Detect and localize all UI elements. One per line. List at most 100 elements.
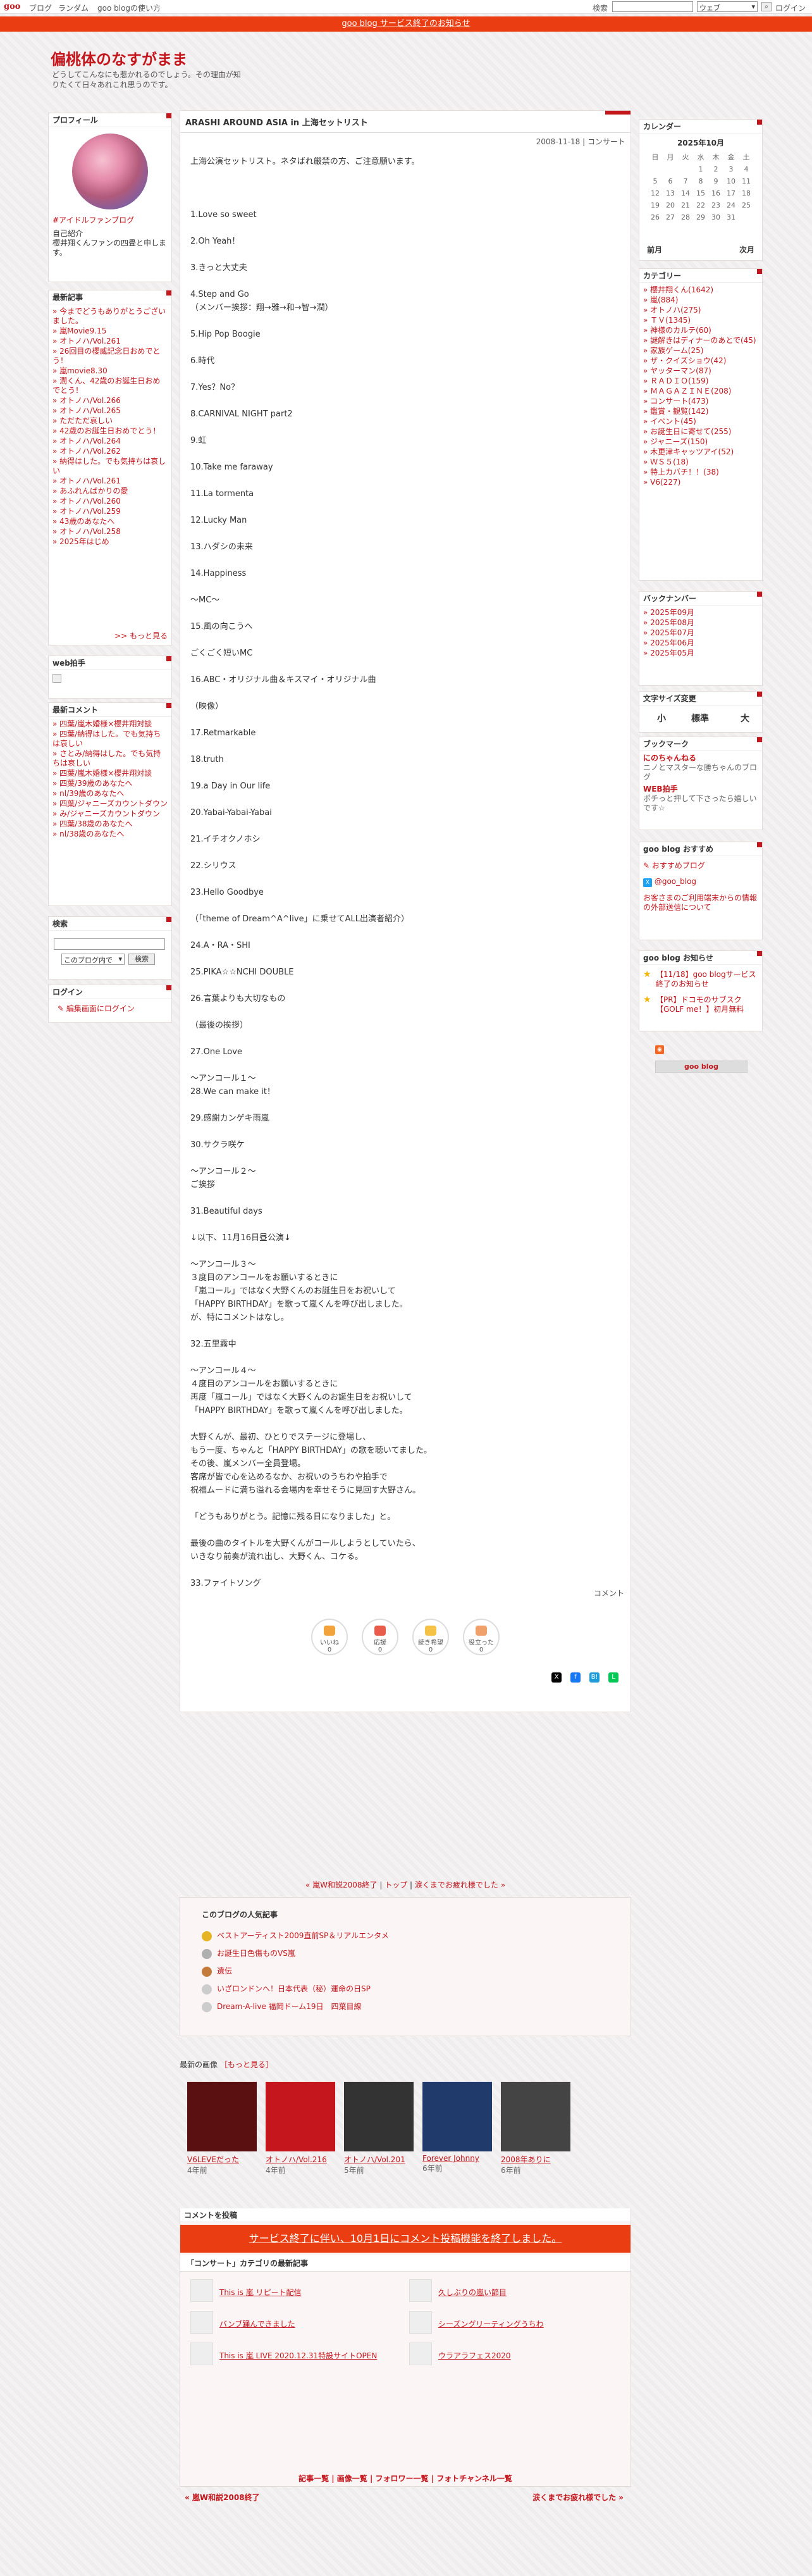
category-latest-title[interactable]: シーズングリーティングうちわ xyxy=(438,2318,544,2329)
image-thumbnail[interactable] xyxy=(266,2082,335,2151)
recent-post-link[interactable]: オトノハ/Vol.265 xyxy=(52,406,168,416)
recommend-x-link[interactable]: X @goo_blog xyxy=(643,877,758,887)
category-link[interactable]: 謎解きはディナーのあとで(45) xyxy=(643,336,758,345)
popular-post-item[interactable]: いざロンドンへ！日本代表（秘）運命の日SP xyxy=(202,1980,606,1998)
category-link[interactable]: お誕生日に寄せて(255) xyxy=(643,427,758,437)
popular-post-title[interactable]: Dream-A-live 福岡ドーム19日 四葉目線 xyxy=(217,2002,362,2011)
category-link[interactable]: V6(227) xyxy=(643,478,758,487)
fontsize-standard[interactable]: 標準 xyxy=(691,712,709,725)
recent-comment-link[interactable]: さとみ/納得はした。でも気持ちは哀しい xyxy=(52,749,168,768)
nav-random[interactable]: ランダム xyxy=(58,3,89,13)
rss-icon[interactable]: ◉ xyxy=(655,1045,664,1054)
category-link[interactable]: ザ・クイズショウ(42) xyxy=(643,356,758,366)
category-latest-item[interactable]: This is 嵐 LIVE 2020.12.31特設サイトOPEN xyxy=(190,2343,399,2368)
category-link[interactable]: 木更津キャッツアイ(52) xyxy=(643,447,758,457)
calendar-prev[interactable]: 前月 xyxy=(647,244,662,255)
recent-post-link[interactable]: オトノハ/Vol.258 xyxy=(52,527,168,537)
category-link[interactable]: ヤッターマン(87) xyxy=(643,366,758,376)
image-caption[interactable]: Forever Johnny xyxy=(422,2154,492,2163)
share-x-icon[interactable]: X xyxy=(551,1672,562,1683)
footer-links-text[interactable]: 記事一覧 | 画像一覧 | フォロワー一覧 | フォトチャンネル一覧 xyxy=(298,2474,512,2483)
image-caption[interactable]: オトノハ/Vol.201 xyxy=(344,2154,414,2165)
clap-image-icon[interactable] xyxy=(52,674,61,683)
image-thumbnail[interactable] xyxy=(344,2082,414,2151)
search-scope-select[interactable]: ウェブ ▾ xyxy=(697,1,758,12)
recent-post-link[interactable]: オトノハ/Vol.261 xyxy=(52,476,168,486)
category-link[interactable]: 鑑賞・観覧(142) xyxy=(643,407,758,416)
footer-next[interactable]: 涙くまでお疲れ様でした » xyxy=(532,2492,624,2503)
nav-blog[interactable]: ブログ xyxy=(29,3,52,13)
popular-post-item[interactable]: Dream-A-live 福岡ドーム19日 四葉目線 xyxy=(202,1998,606,2015)
blog-search-input[interactable] xyxy=(54,938,165,950)
recent-post-link[interactable]: 今までどうもありがとうございました。 xyxy=(52,307,168,326)
fontsize-large[interactable]: 大 xyxy=(741,712,749,725)
pager-top[interactable]: トップ xyxy=(384,1881,407,1889)
blog-title[interactable]: 偏桃体のなすがまま xyxy=(51,47,187,69)
reaction-like[interactable]: いいね 0 xyxy=(311,1619,348,1655)
recent-post-link[interactable]: 43歳のあなたへ xyxy=(52,517,168,526)
recent-post-link[interactable]: 42歳のお誕生日おめでとう！ xyxy=(52,426,168,436)
image-thumbnail[interactable] xyxy=(422,2082,492,2151)
image-caption[interactable]: V6LEVEだった xyxy=(187,2154,257,2165)
backnumber-link[interactable]: 2025年05月 xyxy=(643,649,758,658)
popular-post-item[interactable]: 遺伝 xyxy=(202,1962,606,1980)
recent-post-link[interactable]: オトノハ/Vol.259 xyxy=(52,507,168,516)
category-link[interactable]: 櫻井翔くん(1642) xyxy=(643,285,758,295)
backnumber-link[interactable]: 2025年08月 xyxy=(643,618,758,628)
recent-post-link[interactable]: あふれんばかりの愛 xyxy=(52,487,168,496)
category-latest-title[interactable]: ウラアラフェス2020 xyxy=(438,2350,511,2361)
category-link[interactable]: コンサート(473) xyxy=(643,397,758,406)
recent-post-link[interactable]: 納得はした。でも気持ちは哀しい xyxy=(52,457,168,476)
category-link[interactable]: 家族ゲーム(25) xyxy=(643,346,758,356)
category-link[interactable]: 神様のカルテ(60) xyxy=(643,326,758,335)
popular-post-title[interactable]: 遺伝 xyxy=(217,1967,232,1976)
recent-comment-link[interactable]: nl/38歳のあなたへ xyxy=(52,830,168,839)
recent-post-link[interactable]: 2025年はじめ xyxy=(52,537,168,547)
backnumber-link[interactable]: 2025年06月 xyxy=(643,638,758,648)
recent-post-link[interactable]: オトノハ/Vol.266 xyxy=(52,396,168,406)
category-latest-item[interactable]: シーズングリーティングうちわ xyxy=(409,2311,618,2336)
category-latest-title[interactable]: バンブ踊んできました xyxy=(219,2318,295,2329)
images-more-link[interactable]: ［もっと見る］ xyxy=(220,2060,273,2069)
recent-post-link[interactable]: 26回目の櫻威記念日おめでとう！ xyxy=(52,347,168,366)
nav-howto[interactable]: goo blogの使い方 xyxy=(97,3,161,13)
popular-post-title[interactable]: ベストアーティスト2009直前SP＆リアルエンタメ xyxy=(217,1931,389,1940)
entry-comment-link[interactable]: コメント xyxy=(594,1588,624,1598)
recent-comment-link[interactable]: 四葉/嵐木婚様×櫻井翔対談 xyxy=(52,719,168,729)
image-thumb-card[interactable]: Forever Johnny 6年前 xyxy=(422,2082,492,2174)
category-link[interactable]: ジャニーズ(150) xyxy=(643,437,758,447)
image-thumb-card[interactable]: オトノハ/Vol.216 4年前 xyxy=(266,2082,335,2175)
admin-login-link[interactable]: ✎ 編集画面にログイン xyxy=(49,999,171,1017)
category-latest-item[interactable]: 久しぶりの嵐い節目 xyxy=(409,2279,618,2305)
login-link[interactable]: ログイン xyxy=(775,3,806,13)
recent-comment-link[interactable]: 四葉/納得はした。でも気持ちは哀しい xyxy=(52,730,168,749)
popular-post-item[interactable]: ベストアーティスト2009直前SP＆リアルエンタメ xyxy=(202,1927,606,1944)
category-link[interactable]: ＴＶ(1345) xyxy=(643,316,758,325)
notice-link[interactable]: goo blog サービス終了のお知らせ xyxy=(341,19,470,28)
category-latest-title[interactable]: 久しぶりの嵐い節目 xyxy=(438,2287,507,2298)
footer-prev[interactable]: « 嵐W和説2008終了 xyxy=(185,2492,260,2503)
category-link[interactable]: イベント(45) xyxy=(643,417,758,426)
external-info-link[interactable]: お客さまのご利用端末からの情報の外部送信について xyxy=(643,893,758,912)
popular-post-title[interactable]: いざロンドンへ！日本代表（秘）運命の日SP xyxy=(217,1984,371,1993)
recent-post-link[interactable]: ただただ哀しい xyxy=(52,416,168,426)
recent-comment-link[interactable]: 四葉/ジャニーズカウントダウン xyxy=(52,799,168,809)
category-latest-title[interactable]: This is 嵐 リピート配信 xyxy=(219,2287,302,2298)
footer-goo-blog-logo[interactable]: goo blog xyxy=(655,1061,747,1073)
recent-post-link[interactable]: オトノハ/Vol.260 xyxy=(52,497,168,506)
recent-post-link[interactable]: オトノハ/Vol.262 xyxy=(52,447,168,456)
calendar-next[interactable]: 次月 xyxy=(739,244,754,255)
image-thumb-card[interactable]: 2008年ありに 6年前 xyxy=(501,2082,570,2175)
popular-post-item[interactable]: お誕生日色傷ものVS嵐 xyxy=(202,1944,606,1962)
recent-comment-link[interactable]: み/ジャニーズカウントダウン xyxy=(52,809,168,819)
image-caption[interactable]: オトノハ/Vol.216 xyxy=(266,2154,335,2165)
recent-post-link[interactable]: 嵐Movie9.15 xyxy=(52,327,168,336)
backnumber-link[interactable]: 2025年07月 xyxy=(643,628,758,638)
category-link[interactable]: ＭＡＧＡＺＩＮＥ(208) xyxy=(643,387,758,396)
reaction-more[interactable]: 続き希望 0 xyxy=(412,1619,449,1655)
share-hatena-icon[interactable]: B! xyxy=(589,1672,600,1683)
share-line-icon[interactable]: L xyxy=(608,1672,618,1683)
image-thumbnail[interactable] xyxy=(187,2082,257,2151)
recent-more-link[interactable]: >> もっと見る xyxy=(114,630,168,641)
reaction-useful[interactable]: 役立った 0 xyxy=(463,1619,500,1655)
